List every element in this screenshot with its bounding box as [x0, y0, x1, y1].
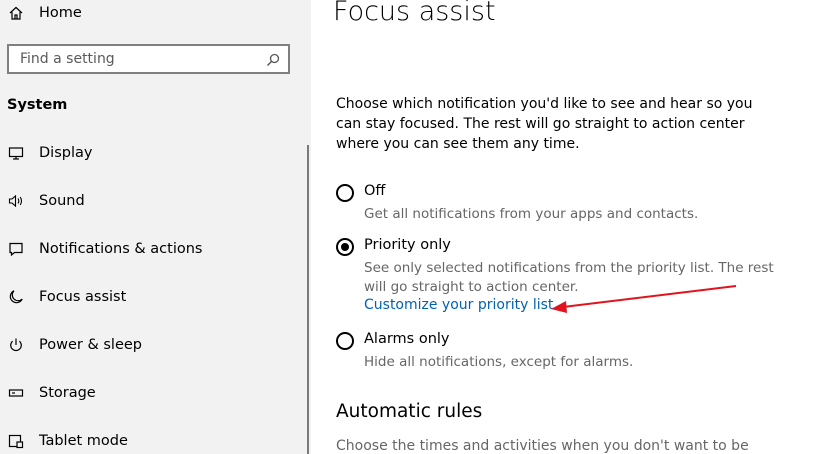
radio-selected-dot: [341, 243, 349, 251]
sidebar-item-label: Power & sleep: [39, 337, 142, 353]
sidebar-item-label: Display: [39, 145, 93, 161]
option-off-label: Off: [364, 183, 386, 199]
option-priority-only-desc-line-2: will go straight to action center.: [364, 279, 579, 295]
radio-alarms-only[interactable]: [336, 332, 354, 350]
sidebar-item-label: Tablet mode: [39, 433, 128, 449]
option-priority-only-desc-line-1: See only selected notifications from the…: [364, 260, 774, 276]
page-description: Choose which notification you'd like to …: [336, 96, 753, 152]
radio-off[interactable]: [336, 184, 354, 202]
sidebar-item-label: Focus assist: [39, 289, 127, 305]
page-title: Focus assist: [333, 0, 496, 27]
sound-icon: [7, 192, 25, 210]
main-panel: Focus assist Choose which notification y…: [311, 0, 830, 454]
sidebar-home-label: Home: [39, 5, 82, 21]
storage-icon: [7, 384, 25, 402]
sidebar-item-label: Sound: [39, 193, 85, 209]
section-title: System: [7, 97, 68, 113]
automatic-rules-description: Choose the times and activities when you…: [336, 438, 749, 454]
radio-priority-only[interactable]: [336, 238, 354, 256]
tablet-icon: [7, 432, 25, 450]
home-icon: [7, 4, 25, 22]
search-icon[interactable]: [266, 52, 280, 66]
notifications-icon: [7, 240, 25, 258]
display-icon: [7, 144, 25, 162]
sidebar-item-label: Notifications & actions: [39, 241, 203, 257]
search-input[interactable]: [9, 46, 288, 72]
search-box[interactable]: [7, 44, 290, 74]
sidebar: Home System Display Sound Notifications …: [0, 0, 311, 454]
automatic-rules-heading: Automatic rules: [336, 401, 483, 422]
sidebar-item-label: Storage: [39, 385, 96, 401]
moon-icon: [7, 288, 25, 306]
option-alarms-only-label: Alarms only: [364, 331, 450, 347]
sidebar-scrollbar[interactable]: [307, 145, 309, 454]
option-off-desc: Get all notifications from your apps and…: [364, 206, 699, 222]
power-icon: [7, 336, 25, 354]
option-alarms-only-desc: Hide all notifications, except for alarm…: [364, 354, 634, 370]
customize-priority-list-link[interactable]: Customize your priority list: [364, 297, 553, 313]
annotation-arrow: [551, 285, 737, 313]
option-priority-only-label: Priority only: [364, 237, 451, 253]
